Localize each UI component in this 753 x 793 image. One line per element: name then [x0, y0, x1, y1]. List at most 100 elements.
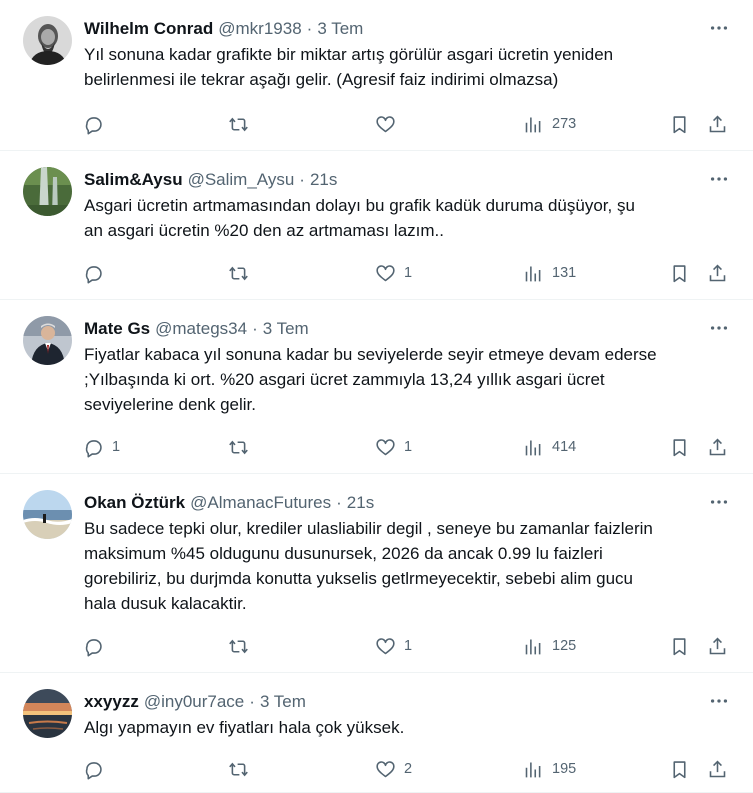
- tweet-reply[interactable]: Salim&Aysu @Salim_Aysu · 21s Asgari ücre…: [0, 151, 753, 300]
- retweet-icon: [228, 114, 249, 135]
- more-icon[interactable]: [707, 316, 731, 340]
- like-button[interactable]: 1: [375, 630, 412, 662]
- more-icon[interactable]: [707, 689, 731, 713]
- like-count: 1: [404, 638, 413, 654]
- tweet-timestamp[interactable]: 3 Tem: [263, 319, 309, 339]
- like-count: 1: [404, 265, 413, 281]
- display-name[interactable]: Wilhelm Conrad: [84, 19, 213, 39]
- display-name[interactable]: Salim&Aysu: [84, 170, 183, 190]
- views-icon: [523, 759, 544, 780]
- retweet-icon: [228, 636, 249, 657]
- retweet-icon: [228, 263, 249, 284]
- tweet-text: Asgari ücretin artmamasından dolayı bu g…: [84, 196, 635, 240]
- tweet-text: Yıl sonuna kadar grafikte bir miktar art…: [84, 45, 614, 89]
- user-handle[interactable]: @mategs34: [155, 319, 247, 339]
- retweet-button[interactable]: [228, 753, 257, 785]
- bookmark-button[interactable]: [669, 257, 690, 289]
- retweet-icon: [228, 437, 249, 458]
- tweet-reply[interactable]: Okan Öztürk @AlmanacFutures · 21s Bu sad…: [0, 474, 753, 673]
- more-icon[interactable]: [707, 167, 731, 191]
- user-handle[interactable]: @iny0ur7ace: [144, 692, 244, 712]
- reply-button[interactable]: [83, 108, 112, 140]
- views-button[interactable]: 131: [523, 257, 576, 289]
- user-handle[interactable]: @AlmanacFutures: [190, 493, 331, 513]
- separator-dot: ·: [306, 19, 313, 38]
- separator-dot: ·: [249, 692, 255, 711]
- views-icon: [523, 263, 544, 284]
- reply-button[interactable]: 1: [83, 431, 120, 463]
- bookmark-button[interactable]: [669, 753, 690, 785]
- reply-icon: [83, 263, 104, 284]
- retweet-button[interactable]: [228, 630, 257, 662]
- separator-dot: ·: [252, 319, 258, 338]
- bookmark-button[interactable]: [669, 108, 690, 140]
- views-button[interactable]: 414: [523, 431, 576, 463]
- share-button[interactable]: [707, 753, 728, 785]
- tweet-header: Mate Gs @mategs34 · 3 Tem: [84, 312, 737, 346]
- tweet-timestamp[interactable]: 3 Tem: [260, 692, 306, 712]
- retweet-button[interactable]: [228, 431, 257, 463]
- retweet-button[interactable]: [228, 108, 257, 140]
- tweet-text: Fiyatlar kabaca yıl sonuna kadar bu sevi…: [84, 345, 657, 414]
- heart-icon: [375, 759, 396, 780]
- tweet-header: xxyyzz @iny0ur7ace · 3 Tem: [84, 685, 737, 719]
- bookmark-button[interactable]: [669, 431, 690, 463]
- tweet-text: Algı yapmayın ev fiyatları hala çok yüks…: [84, 718, 405, 737]
- share-button[interactable]: [707, 108, 728, 140]
- tweet-header: Wilhelm Conrad @mkr1938 · 3 Tem: [84, 12, 737, 46]
- share-icon: [707, 636, 728, 657]
- share-button[interactable]: [707, 431, 728, 463]
- retweet-button[interactable]: [228, 257, 257, 289]
- reply-icon: [83, 114, 104, 135]
- avatar[interactable]: [23, 16, 72, 65]
- share-icon: [707, 437, 728, 458]
- tweet-timestamp[interactable]: 21s: [347, 493, 374, 513]
- bookmark-icon: [669, 437, 690, 458]
- share-button[interactable]: [707, 257, 728, 289]
- tweet-header: Salim&Aysu @Salim_Aysu · 21s: [84, 163, 737, 197]
- views-button[interactable]: 125: [523, 630, 576, 662]
- share-button[interactable]: [707, 630, 728, 662]
- avatar[interactable]: [23, 490, 72, 539]
- more-icon[interactable]: [707, 490, 731, 514]
- reply-icon: [83, 636, 104, 657]
- tweet-reply[interactable]: Wilhelm Conrad @mkr1938 · 3 Tem Yıl sonu…: [0, 0, 753, 151]
- like-button[interactable]: 1: [375, 257, 412, 289]
- display-name[interactable]: Mate Gs: [84, 319, 150, 339]
- tweet-reply[interactable]: xxyyzz @iny0ur7ace · 3 Tem Algı yapmayın…: [0, 673, 753, 793]
- like-button[interactable]: 2: [375, 753, 412, 785]
- tweet-timestamp[interactable]: 3 Tem: [317, 19, 363, 39]
- like-button[interactable]: 1: [375, 431, 412, 463]
- view-count: 273: [552, 116, 577, 132]
- tweet-actions: 1 125: [83, 630, 731, 662]
- like-count: 1: [404, 439, 413, 455]
- view-count: 414: [552, 439, 577, 455]
- reply-icon: [83, 437, 104, 458]
- heart-icon: [375, 114, 396, 135]
- reply-count: 1: [112, 439, 121, 455]
- avatar[interactable]: [23, 316, 72, 365]
- tweet-actions: 273: [83, 108, 731, 140]
- display-name[interactable]: xxyyzz: [84, 692, 139, 712]
- reply-button[interactable]: [83, 257, 112, 289]
- view-count: 131: [552, 265, 577, 281]
- view-count: 125: [552, 638, 577, 654]
- user-handle[interactable]: @Salim_Aysu: [188, 170, 295, 190]
- bookmark-button[interactable]: [669, 630, 690, 662]
- avatar[interactable]: [23, 167, 72, 216]
- views-button[interactable]: 273: [523, 108, 576, 140]
- tweet-header: Okan Öztürk @AlmanacFutures · 21s: [84, 486, 737, 520]
- share-icon: [707, 263, 728, 284]
- like-button[interactable]: [375, 108, 404, 140]
- tweet-timestamp[interactable]: 21s: [310, 170, 337, 190]
- display-name[interactable]: Okan Öztürk: [84, 493, 185, 513]
- views-button[interactable]: 195: [523, 753, 576, 785]
- tweet-actions: 1 131: [83, 257, 731, 289]
- reply-button[interactable]: [83, 630, 112, 662]
- avatar[interactable]: [23, 689, 72, 738]
- more-icon[interactable]: [707, 16, 731, 40]
- reply-button[interactable]: [83, 753, 112, 785]
- views-icon: [523, 114, 544, 135]
- tweet-reply[interactable]: Mate Gs @mategs34 · 3 Tem Fiyatlar kabac…: [0, 300, 753, 474]
- user-handle[interactable]: @mkr1938: [218, 19, 301, 39]
